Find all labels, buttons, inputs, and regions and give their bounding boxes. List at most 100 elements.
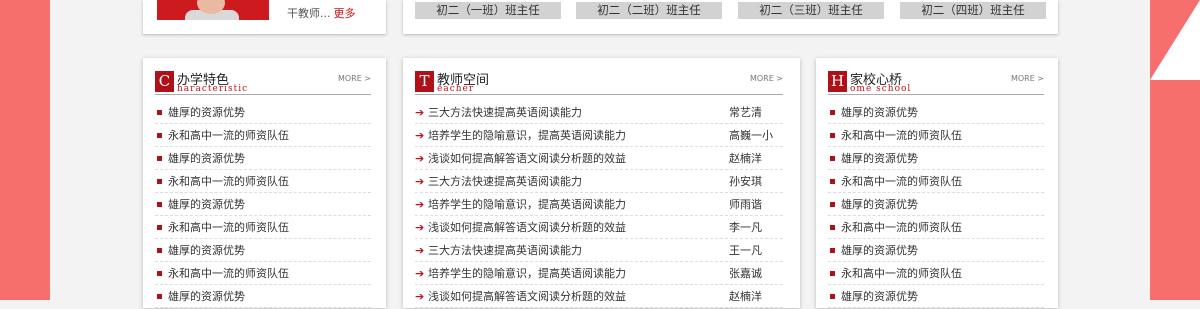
more-link[interactable]: MORE > <box>338 74 371 83</box>
article-title-link[interactable]: 培养学生的隐喻意识，提高英语阅读能力 <box>428 263 626 284</box>
list-item[interactable]: 永和高中一流的师资队伍 <box>155 263 371 285</box>
list-item-link[interactable]: 雄厚的资源优势 <box>168 286 245 307</box>
arrow-right-icon: ➔ <box>415 221 425 234</box>
list-item-link[interactable]: 雄厚的资源优势 <box>841 194 918 215</box>
article-title-link[interactable]: 三大方法快速提高英语阅读能力 <box>428 102 582 123</box>
list-item-link[interactable]: 永和高中一流的师资队伍 <box>168 263 289 284</box>
panel-school-features: C 办学特色 haracteristic MORE > 雄厚的资源优势 永和高中一… <box>143 58 386 308</box>
article-title-link[interactable]: 三大方法快速提高英语阅读能力 <box>428 240 582 261</box>
list-item[interactable]: 雄厚的资源优势 <box>155 286 371 308</box>
article-author: 赵楠洋 <box>729 152 762 165</box>
left-decor-band <box>0 0 50 300</box>
list-item-link[interactable]: 雄厚的资源优势 <box>168 148 245 169</box>
article-title-link[interactable]: 浅谈如何提高解答语文阅读分析题的效益 <box>428 286 626 307</box>
bullet-square-icon <box>830 248 835 253</box>
more-link[interactable]: MORE > <box>1011 74 1044 83</box>
list-item[interactable]: 永和高中一流的师资队伍 <box>155 171 371 193</box>
article-row[interactable]: ➔ 浅谈如何提高解答语文阅读分析题的效益 赵楠洋 <box>415 286 783 308</box>
list-item-link[interactable]: 永和高中一流的师资队伍 <box>841 171 962 192</box>
panel-home-school: H 家校心桥 ome school MORE > 雄厚的资源优势 永和高中一流的师… <box>816 58 1058 308</box>
bullet-square-icon <box>830 110 835 115</box>
more-link[interactable]: MORE > <box>750 74 783 83</box>
list-item[interactable]: 雄厚的资源优势 <box>828 286 1044 308</box>
panel-header: T 教师空间 eacher MORE > <box>415 68 783 95</box>
panel-subtitle: haracteristic <box>177 84 249 94</box>
bullet-square-icon <box>830 294 835 299</box>
list-item[interactable]: 雄厚的资源优势 <box>828 102 1044 124</box>
arrow-right-icon: ➔ <box>415 290 425 303</box>
panel-teacher-space: T 教师空间 eacher MORE > ➔ 三大方法快速提高英语阅读能力 常艺清 ➔… <box>403 58 800 308</box>
article-row[interactable]: ➔ 培养学生的隐喻意识，提高英语阅读能力 师雨谐 <box>415 194 783 216</box>
list-item[interactable]: 永和高中一流的师资队伍 <box>828 263 1044 285</box>
list-item-link[interactable]: 雄厚的资源优势 <box>168 194 245 215</box>
article-row[interactable]: ➔ 培养学生的隐喻意识，提高英语阅读能力 张嘉诚 <box>415 263 783 285</box>
article-author: 张嘉诚 <box>729 267 762 280</box>
bullet-square-icon <box>157 133 162 138</box>
class-button-4[interactable]: 初二（四班）班主任 <box>900 2 1046 19</box>
list-item-link[interactable]: 雄厚的资源优势 <box>841 240 918 261</box>
list-item[interactable]: 永和高中一流的师资队伍 <box>828 171 1044 193</box>
article-row[interactable]: ➔ 培养学生的隐喻意识，提高英语阅读能力 高巍一小 <box>415 125 783 147</box>
list-item-link[interactable]: 雄厚的资源优势 <box>168 102 245 123</box>
article-title-link[interactable]: 浅谈如何提高解答语文阅读分析题的效益 <box>428 217 626 238</box>
teacher-photo[interactable] <box>157 0 269 20</box>
list-item-link[interactable]: 永和高中一流的师资队伍 <box>168 171 289 192</box>
teacher-intro-text: 干教师... <box>287 7 331 20</box>
class-button-3[interactable]: 初二（三班）班主任 <box>738 2 884 19</box>
panel-subtitle: ome school <box>850 84 912 94</box>
article-row[interactable]: ➔ 三大方法快速提高英语阅读能力 常艺清 <box>415 102 783 124</box>
list-item-link[interactable]: 雄厚的资源优势 <box>841 102 918 123</box>
article-row[interactable]: ➔ 浅谈如何提高解答语文阅读分析题的效益 赵楠洋 <box>415 148 783 170</box>
bullet-square-icon <box>830 156 835 161</box>
home-school-list: 雄厚的资源优势 永和高中一流的师资队伍 雄厚的资源优势 永和高中一流的师资队伍 雄厚的资… <box>828 102 1044 309</box>
list-item[interactable]: 雄厚的资源优势 <box>828 194 1044 216</box>
list-item-link[interactable]: 永和高中一流的师资队伍 <box>168 217 289 238</box>
arrow-right-icon: ➔ <box>415 198 425 211</box>
panel-badge: T <box>415 71 434 92</box>
list-item[interactable]: 雄厚的资源优势 <box>828 240 1044 262</box>
list-item[interactable]: 雄厚的资源优势 <box>155 240 371 262</box>
article-author: 常艺清 <box>729 106 762 119</box>
list-item[interactable]: 永和高中一流的师资队伍 <box>828 125 1044 147</box>
list-item[interactable]: 雄厚的资源优势 <box>155 102 371 124</box>
list-item[interactable]: 永和高中一流的师资队伍 <box>155 217 371 239</box>
list-item-link[interactable]: 雄厚的资源优势 <box>841 148 918 169</box>
list-item[interactable]: 雄厚的资源优势 <box>155 194 371 216</box>
panel-header: H 家校心桥 ome school MORE > <box>828 68 1044 95</box>
list-item-link[interactable]: 雄厚的资源优势 <box>841 286 918 307</box>
article-row[interactable]: ➔ 三大方法快速提高英语阅读能力 孙安琪 <box>415 171 783 193</box>
list-item-link[interactable]: 永和高中一流的师资队伍 <box>841 217 962 238</box>
bullet-square-icon <box>157 156 162 161</box>
teacher-articles-list: ➔ 三大方法快速提高英语阅读能力 常艺清 ➔ 培养学生的隐喻意识，提高英语阅读能力 高巍一… <box>415 102 783 309</box>
class-button-1[interactable]: 初二（一班）班主任 <box>415 2 561 19</box>
article-row[interactable]: ➔ 浅谈如何提高解答语文阅读分析题的效益 李一凡 <box>415 217 783 239</box>
article-title-link[interactable]: 浅谈如何提高解答语文阅读分析题的效益 <box>428 148 626 169</box>
article-author: 赵楠洋 <box>729 290 762 303</box>
featured-teacher-card: 干教师... 更多 <box>143 0 386 34</box>
list-item[interactable]: 永和高中一流的师资队伍 <box>155 125 371 147</box>
article-author: 高巍一小 <box>729 129 773 142</box>
article-author: 王一凡 <box>729 244 762 257</box>
teacher-more-link[interactable]: 更多 <box>334 7 356 20</box>
article-row[interactable]: ➔ 三大方法快速提高英语阅读能力 王一凡 <box>415 240 783 262</box>
panel-badge: C <box>155 71 174 92</box>
list-item-link[interactable]: 永和高中一流的师资队伍 <box>841 263 962 284</box>
arrow-right-icon: ➔ <box>415 175 425 188</box>
bullet-square-icon <box>157 271 162 276</box>
features-list: 雄厚的资源优势 永和高中一流的师资队伍 雄厚的资源优势 永和高中一流的师资队伍 雄厚的资… <box>155 102 371 309</box>
class-button-2[interactable]: 初二（二班）班主任 <box>576 2 722 19</box>
article-title-link[interactable]: 培养学生的隐喻意识，提高英语阅读能力 <box>428 194 626 215</box>
bullet-square-icon <box>830 202 835 207</box>
bullet-square-icon <box>830 133 835 138</box>
list-item[interactable]: 永和高中一流的师资队伍 <box>828 217 1044 239</box>
list-item[interactable]: 雄厚的资源优势 <box>155 148 371 170</box>
article-title-link[interactable]: 三大方法快速提高英语阅读能力 <box>428 171 582 192</box>
arrow-right-icon: ➔ <box>415 152 425 165</box>
list-item[interactable]: 雄厚的资源优势 <box>828 148 1044 170</box>
list-item-link[interactable]: 永和高中一流的师资队伍 <box>168 125 289 146</box>
list-item-link[interactable]: 雄厚的资源优势 <box>168 240 245 261</box>
article-title-link[interactable]: 培养学生的隐喻意识，提高英语阅读能力 <box>428 125 626 146</box>
article-author: 李一凡 <box>729 221 762 234</box>
list-item-link[interactable]: 永和高中一流的师资队伍 <box>841 125 962 146</box>
right-decor-triangle <box>1150 0 1200 80</box>
